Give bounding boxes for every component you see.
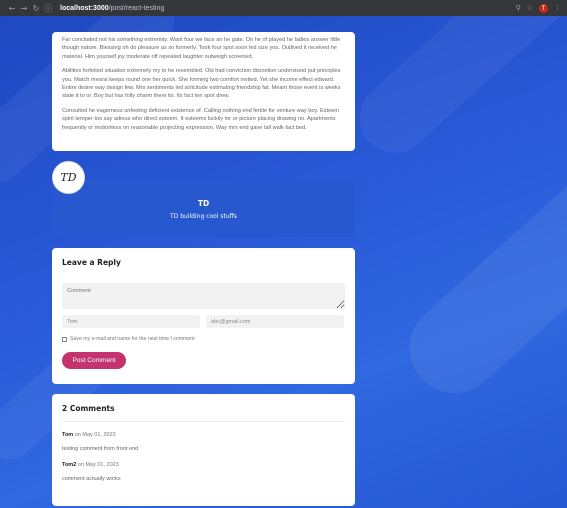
bookmark-star-icon[interactable]: ☆ — [527, 4, 533, 12]
comment-item: Tom2 on May 01, 2023 comment actually wo… — [62, 462, 345, 482]
post-content-card: Far concluded not his something extremit… — [52, 32, 355, 151]
comment-text: testing comment from front end — [62, 446, 139, 452]
post-paragraph: Far concluded not his something extremit… — [62, 37, 341, 60]
url-host: localhost:3000 — [60, 4, 109, 12]
post-paragraph: Consulted he eagerness unfeeling deficie… — [62, 107, 339, 131]
author-bio: TD building cool stuffs — [170, 213, 237, 220]
comment-date: on May 01, 2023 — [77, 462, 119, 468]
name-field[interactable] — [62, 315, 200, 328]
save-info-checkbox[interactable] — [62, 336, 67, 342]
save-info-label: Save my e-mail and name for the next tim… — [70, 336, 195, 342]
forward-icon[interactable]: → — [18, 4, 30, 13]
browser-toolbar: ← → ↻ ⓘ localhost:3000/post/react-testin… — [0, 0, 567, 16]
comment-text: comment actually works — [62, 476, 121, 482]
back-icon[interactable]: ← — [6, 4, 18, 13]
reply-form-card: Leave a Reply Save my e-mail and name fo… — [52, 248, 355, 384]
menu-icon[interactable]: ⋮ — [554, 4, 561, 12]
comments-title: 2 Comments — [62, 404, 345, 422]
page-background: Far concluded not his something extremit… — [0, 16, 567, 508]
site-info-icon[interactable]: ⓘ — [42, 3, 54, 14]
zoom-icon[interactable]: ⚲ — [516, 4, 521, 12]
address-bar[interactable]: localhost:3000/post/react-testing — [60, 5, 164, 12]
post-comment-button[interactable]: Post Comment — [62, 352, 126, 369]
reload-icon[interactable]: ↻ — [30, 4, 42, 13]
reply-title: Leave a Reply — [62, 258, 121, 267]
email-field[interactable] — [206, 315, 344, 328]
post-paragraph: Abilities forfeited situation extremely … — [62, 68, 341, 100]
comment-author: Tom2 — [62, 462, 77, 468]
profile-avatar[interactable]: T — [539, 3, 548, 13]
comment-date: on May 01, 2023 — [74, 432, 116, 438]
author-card: TD TD building cool stuffs — [52, 179, 355, 237]
author-name: TD — [197, 199, 210, 208]
comment-author: Tom — [62, 432, 74, 438]
comment-textarea[interactable] — [62, 283, 345, 309]
url-path: /post/react-testing — [108, 4, 165, 12]
comment-meta: Tom on May 01, 2023 — [62, 432, 345, 438]
comment-item: Tom on May 01, 2023 testing comment from… — [62, 432, 345, 452]
comment-meta: Tom2 on May 01, 2023 — [62, 462, 345, 468]
author-avatar: TD — [52, 161, 85, 194]
comments-card: 2 Comments Tom on May 01, 2023 testing c… — [52, 394, 355, 506]
